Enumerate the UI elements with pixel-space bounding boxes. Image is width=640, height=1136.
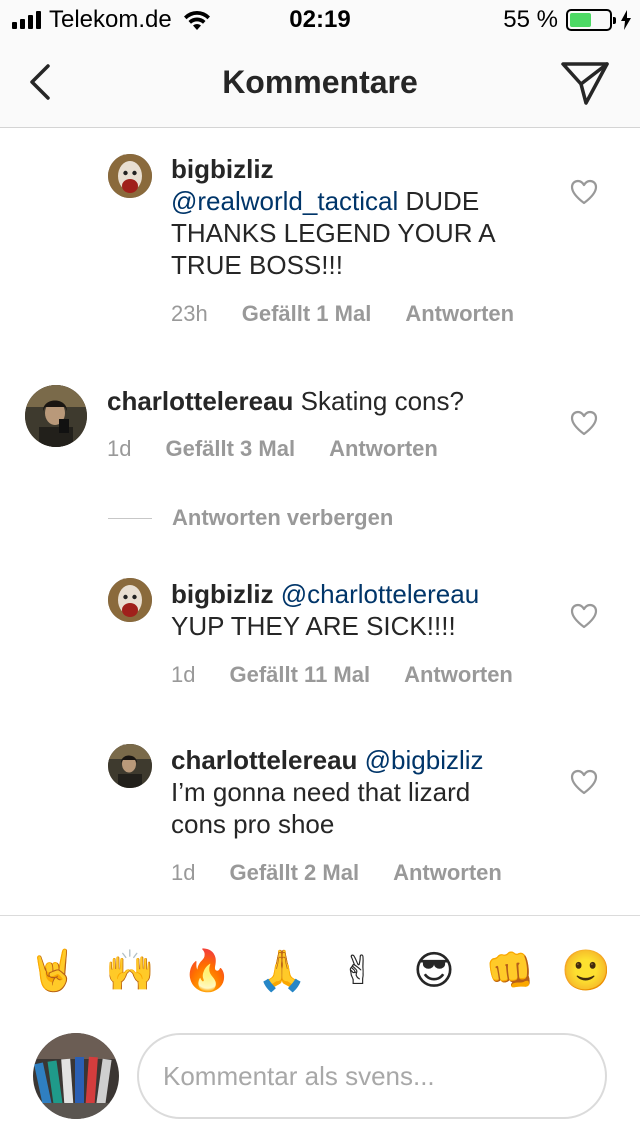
reply-button[interactable]: Antworten (405, 301, 514, 327)
comment-body: I’m gonna need that lizard (171, 777, 471, 807)
comment-text: bigbizliz @charlottelereau YUP THEY ARE … (171, 578, 571, 642)
comment-time: 1d (171, 662, 196, 687)
comment-body: DUDE (398, 186, 480, 216)
comment-text: charlottelereau Skating cons? (107, 385, 567, 417)
comment-input[interactable] (137, 1033, 607, 1119)
comment-body: YUP THEY ARE SICK!!!! (171, 611, 456, 641)
likes-count-button[interactable]: Gefällt 3 Mal (165, 436, 295, 462)
comment-body: cons pro shoe (171, 809, 335, 839)
sunglasses-face-emoji-icon[interactable]: 😎 (409, 946, 459, 996)
heart-icon[interactable] (570, 769, 598, 795)
comment-item: bigbizliz @charlottelereau YUP THEY ARE … (0, 560, 640, 700)
avatar[interactable] (25, 385, 87, 447)
praying-hands-emoji-icon[interactable]: 🙏 (257, 946, 307, 996)
likes-count-button[interactable]: Gefällt 2 Mal (229, 860, 359, 886)
emoji-bar: 🤘 🙌 🔥 🙏 ✌ 😎 👊 🙂 (0, 915, 640, 1025)
comment-mention[interactable]: @bigbizliz (365, 745, 484, 775)
comment-item: charlottelereau Skating cons? 1d Gefällt… (0, 370, 640, 480)
heart-icon[interactable] (570, 179, 598, 205)
comment-body: Skating cons? (293, 386, 464, 416)
charging-bolt-icon (621, 10, 631, 30)
comment-meta: 1d Gefällt 3 Mal Antworten (107, 436, 472, 462)
rock-on-emoji-icon[interactable]: 🤘 (28, 946, 78, 996)
comment-username[interactable]: bigbizliz (171, 579, 274, 609)
hide-replies-label: Antworten verbergen (172, 505, 394, 530)
avatar[interactable] (108, 154, 152, 198)
likes-count-button[interactable]: Gefällt 1 Mal (242, 301, 372, 327)
comment-username[interactable]: charlottelereau (107, 386, 293, 416)
comment-body: THANKS LEGEND YOUR A (171, 218, 496, 248)
likes-count-button[interactable]: Gefällt 11 Mal (229, 662, 370, 688)
comment-meta: 23h Gefällt 1 Mal Antworten (171, 301, 548, 327)
comment-item: bigbizliz @realworld_tactical DUDE THANK… (0, 128, 640, 348)
comment-time: 1d (171, 860, 196, 885)
comment-username[interactable]: bigbizliz (171, 154, 274, 184)
raising-hands-emoji-icon[interactable]: 🙌 (105, 946, 155, 996)
fist-bump-emoji-icon[interactable]: 👊 (485, 946, 535, 996)
reply-button[interactable]: Antworten (404, 662, 513, 688)
comment-meta: 1d Gefällt 11 Mal Antworten (171, 662, 547, 688)
fire-emoji-icon[interactable]: 🔥 (182, 946, 232, 996)
page-title: Kommentare (222, 64, 418, 100)
current-user-avatar (33, 1033, 119, 1119)
comment-text: bigbizliz @realworld_tactical DUDE THANK… (171, 153, 571, 281)
victory-hand-emoji-icon[interactable]: ✌ (333, 946, 383, 996)
avatar[interactable] (108, 744, 152, 788)
comment-username[interactable]: charlottelereau (171, 745, 357, 775)
comment-composer (0, 1025, 640, 1136)
status-right: 55 % (503, 6, 632, 34)
comment-mention[interactable]: @charlottelereau (281, 579, 479, 609)
hide-replies-divider (108, 517, 152, 519)
comment-time: 23h (171, 301, 208, 326)
comment-item: charlottelereau @bigbizliz I’m gonna nee… (0, 727, 640, 897)
comment-text: charlottelereau @bigbizliz I’m gonna nee… (171, 744, 571, 840)
comment-meta: 1d Gefällt 2 Mal Antworten (171, 860, 536, 886)
avatar[interactable] (108, 578, 152, 622)
reply-button[interactable]: Antworten (393, 860, 502, 886)
comment-body: TRUE BOSS!!! (171, 250, 343, 280)
comment-time: 1d (107, 436, 132, 461)
hide-replies-button[interactable]: Antworten verbergen (108, 505, 393, 531)
battery-percent: 55 % (503, 6, 558, 33)
status-bar: Telekom.de 02:19 55 % (0, 0, 640, 40)
battery-fill (570, 13, 591, 27)
reply-button[interactable]: Antworten (329, 436, 438, 462)
heart-icon[interactable] (570, 410, 598, 436)
smiling-face-emoji-icon[interactable]: 🙂 (561, 946, 611, 996)
paper-plane-icon[interactable] (560, 60, 610, 106)
comment-mention[interactable]: @realworld_tactical (171, 186, 398, 216)
nav-bar: Kommentare (0, 40, 640, 128)
heart-icon[interactable] (570, 603, 598, 629)
battery-icon (566, 9, 616, 31)
